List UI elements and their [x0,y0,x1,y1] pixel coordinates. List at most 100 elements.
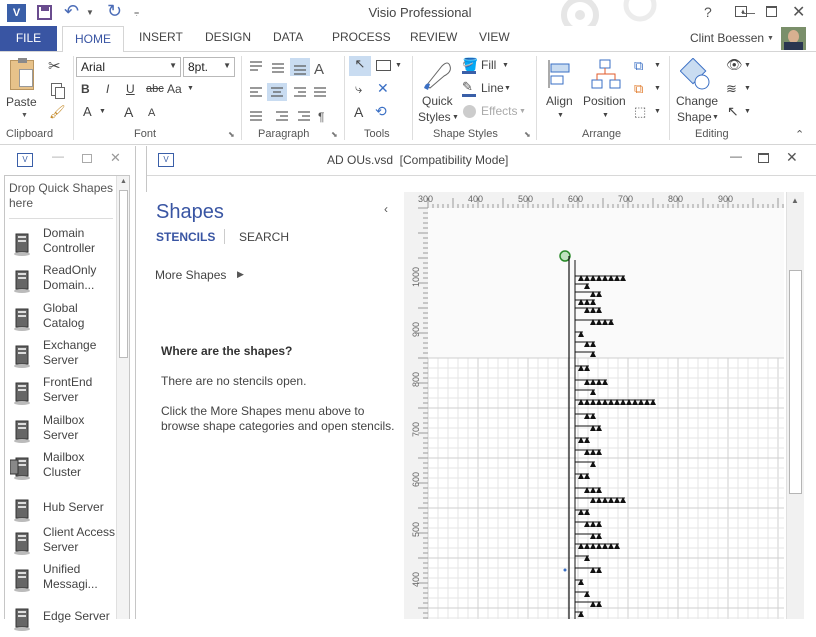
change-shape-icon [680,58,710,90]
close-icon[interactable]: ✕ [786,149,798,166]
quick-shape-item[interactable]: Global Catalog [10,301,130,337]
underline-button[interactable]: U [126,82,135,96]
window-minimize-icon[interactable]: — [742,5,755,20]
italic-button[interactable]: I [106,82,109,96]
maximize-icon[interactable] [758,153,769,163]
dialog-launcher-icon[interactable]: ⬊ [331,130,338,139]
chevron-down-icon[interactable]: ▼ [187,85,194,92]
chevron-down-icon[interactable]: ▼ [654,85,661,92]
paste-dropdown-icon[interactable]: ▼ [21,112,28,119]
tab-insert[interactable]: INSERT [139,30,183,44]
chevron-down-icon[interactable]: ▼ [654,62,661,69]
quick-shape-item[interactable]: Exchange Server [10,338,130,374]
save-icon[interactable] [37,5,52,20]
line-button[interactable]: ✎ Line ▼ [462,79,516,98]
help-button[interactable]: ? [704,4,712,20]
grow-font-button[interactable]: A [124,104,133,120]
tab-home[interactable]: HOME [62,26,124,52]
quick-shape-item[interactable]: Edge Server [10,601,130,637]
align-button[interactable]: Align ▼ [541,56,581,126]
bold-button[interactable]: B [81,82,90,96]
bring-forward-icon[interactable]: ⧉ [634,58,643,74]
tab-stencils[interactable]: STENCILS [156,230,215,244]
quick-shape-item[interactable]: Unified Messagi... [10,562,130,598]
quick-shape-item[interactable]: Mailbox Server [10,413,130,449]
drawing-svg[interactable]: 1002003004005006007008009001100100090080… [404,192,784,619]
minimize-icon[interactable]: — [730,149,742,163]
chevron-down-icon[interactable]: ▼ [744,85,751,92]
collapse-pane-icon[interactable]: ‹ [384,202,388,216]
tab-search[interactable]: SEARCH [239,230,289,244]
paragraph-align-icons[interactable]: A ¶ [246,58,336,126]
layers-icon[interactable]: ≋ [726,81,737,97]
position-button[interactable]: Position ▼ [583,56,629,126]
chevron-down-icon[interactable]: ▼ [744,108,751,115]
redo-icon[interactable]: ↻ [107,1,122,22]
shrink-font-button[interactable]: A [148,107,155,119]
paste-button[interactable]: Paste ▼ [4,56,44,124]
copy-icon[interactable] [51,83,65,99]
font-name-combo[interactable]: Arial ▼ [76,57,181,77]
tab-file[interactable]: FILE [0,26,57,51]
quick-styles-button[interactable]: Quick Styles ▼ [416,56,459,126]
undo-icon[interactable]: ↶ [64,1,79,22]
quick-shape-item[interactable]: Mailbox Cluster [9,450,130,486]
connector-tool-icon[interactable]: ⤷ [355,81,362,97]
customize-qat-icon[interactable]: ⩦ [134,7,139,18]
change-shape-button[interactable]: Change Shape ▼ [672,56,724,126]
text-tool-icon[interactable]: A [354,104,363,120]
scroll-up-icon[interactable]: ▲ [791,196,799,205]
group-label-editing: Editing [695,128,729,140]
font-size-combo[interactable]: 8pt. ▼ [183,57,235,77]
pointer-tool-button[interactable]: ↖ [349,56,371,76]
user-dropdown-icon[interactable]: ▼ [767,35,774,42]
visio-logo-icon[interactable]: V [7,4,26,22]
collapse-ribbon-icon[interactable]: ⌃ [795,128,804,141]
change-case-button[interactable]: Aa [167,82,182,96]
tab-design[interactable]: DESIGN [205,30,251,44]
quick-shape-item[interactable]: Client Access Server [10,525,130,561]
chevron-down-icon[interactable]: ▼ [395,62,402,69]
minimize-icon[interactable]: — [52,149,64,163]
title-decoration [561,0,657,26]
scroll-up-icon[interactable]: ▲ [120,178,127,185]
rectangle-tool-icon[interactable] [376,60,391,71]
send-backward-icon[interactable]: ⧉ [634,81,643,97]
quick-shape-item[interactable]: Hub Server [10,492,130,528]
maximize-icon[interactable] [82,154,92,163]
drawing-canvas[interactable]: 1002003004005006007008009001100100090080… [404,192,784,619]
group-icon[interactable]: ⬚ [634,104,646,120]
quick-shape-item[interactable]: FrontEnd Server [10,375,130,411]
dialog-launcher-icon[interactable]: ⬊ [524,130,531,139]
font-color-button[interactable]: A [83,104,92,119]
quick-shape-item[interactable]: Domain Controller [10,226,130,262]
close-icon[interactable]: ✕ [110,150,121,166]
tab-process[interactable]: PROCESS [332,30,391,44]
text-block-icon[interactable]: ⟲ [375,103,387,120]
close-icon[interactable]: ✕ [792,2,805,22]
tab-view[interactable]: VIEW [479,30,510,44]
quick-shape-item[interactable]: ReadOnly Domain... [10,263,130,299]
find-icon[interactable]: 👁 [726,57,743,73]
scroll-thumb[interactable] [789,270,802,494]
fill-button[interactable]: 🪣 Fill ▼ [462,57,512,75]
select-icon[interactable]: ↖ [727,103,739,120]
dialog-launcher-icon[interactable]: ⬊ [228,130,235,139]
chevron-down-icon[interactable]: ▼ [654,108,661,115]
tab-data[interactable]: DATA [273,30,303,44]
strikethrough-button[interactable]: abc [146,83,164,95]
chevron-down-icon[interactable]: ▼ [744,62,751,69]
more-shapes-menu[interactable]: More Shapes ▶ [155,268,250,284]
cut-icon[interactable]: ✂ [48,57,61,75]
user-name[interactable]: Clint Boessen [690,31,764,45]
chevron-down-icon[interactable]: ▼ [99,108,106,115]
effects-button[interactable]: Effects ▼ [462,103,528,121]
tab-review[interactable]: REVIEW [410,30,457,44]
maximize-icon[interactable] [766,6,777,17]
avatar[interactable] [781,27,806,50]
format-painter-icon[interactable]: 🖌 [49,104,66,120]
connection-point-icon[interactable]: ✕ [377,80,389,97]
vertical-scrollbar[interactable]: ▲ [786,192,804,619]
undo-dropdown-icon[interactable]: ▼ [86,8,94,17]
position-label: Position [583,94,626,108]
